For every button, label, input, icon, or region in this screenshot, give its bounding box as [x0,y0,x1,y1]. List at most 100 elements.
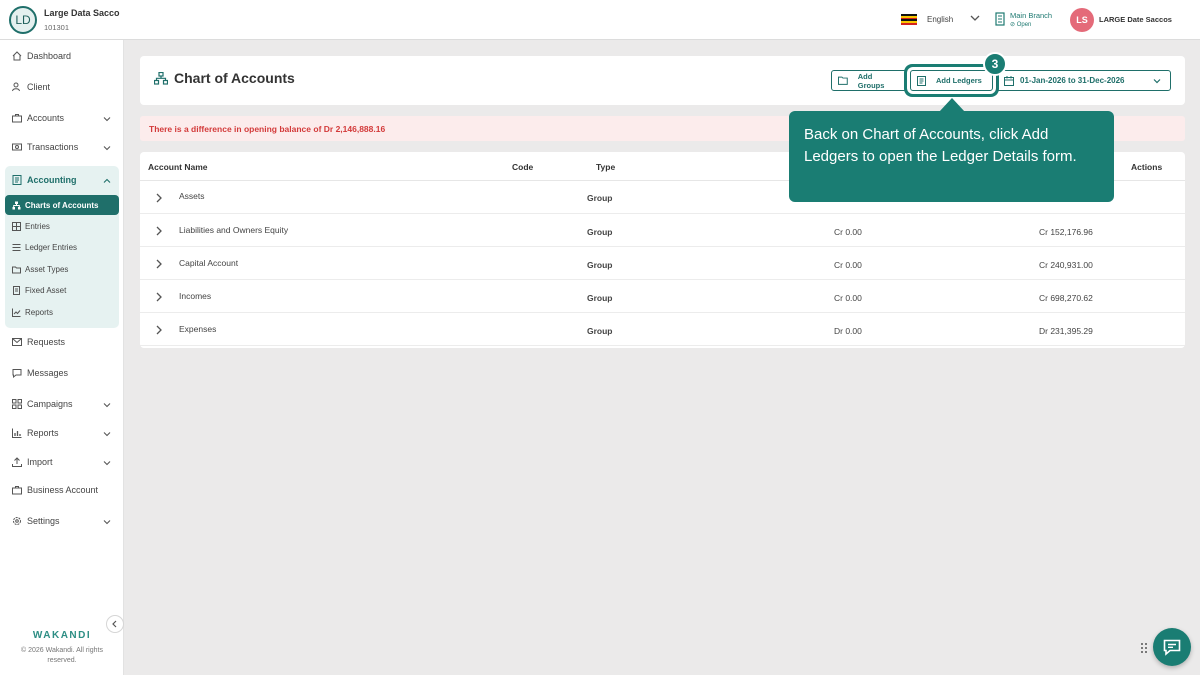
brand-logo: WAKANDI [32,630,92,641]
ledger-icon [12,175,22,185]
sidebar-item-label: Reports [27,428,59,438]
sidebar-item-settings[interactable]: Settings [12,516,60,526]
sidebar-item-accounting[interactable]: Accounting [12,175,77,185]
hierarchy-icon [12,201,21,209]
account-name: Assets [179,191,205,201]
sidebar-item-messages[interactable]: Messages [12,368,68,378]
sidebar-item-label: Accounting [27,175,77,185]
table-row[interactable]: Expenses Group Dr 0.00 Dr 231,395.29 [140,313,1185,346]
page-title: Chart of Accounts [154,70,295,86]
sidebar-item-asset-types[interactable]: Asset Types [12,265,68,274]
sidebar-item-label: Fixed Asset [25,286,67,295]
grid-icon [12,222,21,231]
sidebar-collapse-button[interactable] [106,615,124,633]
upload-icon [12,457,22,467]
uganda-flag-icon [901,14,917,25]
table-row[interactable]: Liabilities and Owners Equity Group Cr 0… [140,214,1185,247]
list-icon [12,244,21,251]
chevron-down-icon[interactable] [102,458,112,468]
drag-handle-icon[interactable] [1140,642,1148,654]
opening-balance: Cr 0.00 [834,227,862,237]
tour-tooltip-arrow [939,98,965,112]
opening-balance: Cr 0.00 [834,293,862,303]
briefcase-icon [12,114,22,123]
sidebar-item-charts-of-accounts[interactable]: Charts of Accounts [5,195,119,215]
column-header-type[interactable]: Type [596,162,615,172]
sidebar-item-entries[interactable]: Entries [12,222,50,231]
chevron-right-icon[interactable] [155,292,163,302]
chevron-down-icon [1153,79,1161,84]
table-row[interactable]: Capital Account Group Cr 0.00 Cr 240,931… [140,247,1185,280]
ledger-icon [917,75,926,86]
sidebar-item-fixed-asset[interactable]: Fixed Asset [12,286,66,295]
sidebar: Dashboard Client Accounts Transactions A… [0,40,124,675]
add-groups-label: Add Groups [857,71,885,90]
sidebar-item-dashboard[interactable]: Dashboard [12,51,71,61]
chevron-down-icon[interactable] [102,429,112,439]
gear-icon [13,517,21,525]
closing-balance: Cr 240,931.00 [1039,260,1093,270]
chevron-right-icon[interactable] [155,193,163,203]
home-icon [12,51,22,61]
sidebar-item-label: Messages [27,368,69,378]
chevron-right-icon[interactable] [155,226,163,236]
account-name: Expenses [179,324,217,334]
chevron-right-icon[interactable] [155,259,163,269]
table-row[interactable]: Incomes Group Cr 0.00 Cr 698,270.62 [140,280,1185,313]
closing-balance: Cr 152,176.96 [1039,227,1093,237]
add-ledgers-button[interactable]: Add Ledgers [910,70,993,91]
column-header-code[interactable]: Code [512,162,533,172]
chevron-down-icon[interactable] [102,517,112,527]
chevron-right-icon[interactable] [155,325,163,335]
mail-icon [12,338,22,346]
folder-icon [12,266,21,274]
user-name[interactable]: LARGE Date Saccos [1099,15,1172,24]
building-icon [995,12,1005,26]
chevron-down-icon[interactable] [102,400,112,410]
user-avatar[interactable]: LS [1070,8,1094,32]
page-title-text: Chart of Accounts [174,70,295,86]
branch-name[interactable]: Main Branch [1010,11,1052,20]
sidebar-item-import[interactable]: Import [12,457,53,467]
branch-status-label: Open [1016,22,1032,28]
hierarchy-icon [154,71,168,85]
account-type: Group [587,293,613,303]
sidebar-item-label: Settings [27,516,60,526]
sidebar-item-campaigns[interactable]: Campaigns [12,399,73,409]
sidebar-item-label: Import [27,457,53,467]
account-type: Group [587,193,613,203]
tour-tooltip: Back on Chart of Accounts, click Add Led… [789,111,1114,202]
org-code: 101301 [44,23,70,32]
sidebar-item-label: Charts of Accounts [25,200,99,210]
closing-balance: Dr 231,395.29 [1039,326,1093,336]
chevron-up-icon[interactable] [102,176,112,186]
chevron-down-icon[interactable] [102,114,112,124]
sidebar-item-accounting-reports[interactable]: Reports [12,308,53,317]
sidebar-item-client[interactable]: Client [12,82,50,92]
date-range-text: 01-Jan-2026 to 31-Dec-2026 [1020,76,1125,85]
sidebar-item-label: Business Account [27,485,99,495]
branch-status: ⊘ Open [1010,22,1032,28]
sidebar-item-requests[interactable]: Requests [12,337,65,347]
column-header-account-name[interactable]: Account Name [148,162,208,172]
sidebar-item-reports[interactable]: Reports [12,428,59,438]
org-avatar[interactable]: LD [9,6,37,34]
sidebar-item-accounts[interactable]: Accounts [12,113,64,123]
chevron-down-icon[interactable] [102,143,112,153]
add-groups-button[interactable]: Add Groups [831,70,907,91]
sidebar-item-ledger-entries[interactable]: Ledger Entries [12,243,77,252]
building-icon [13,286,20,295]
date-range-picker[interactable]: 01-Jan-2026 to 31-Dec-2026 [996,70,1171,91]
sidebar-item-label: Entries [25,222,50,231]
column-header-actions: Actions [1131,162,1163,172]
cash-icon [12,143,22,151]
chevron-left-icon [112,620,117,628]
chat-button[interactable] [1153,628,1191,666]
sidebar-item-business-account[interactable]: Business Account [12,485,98,495]
sidebar-item-transactions[interactable]: Transactions [12,142,78,152]
language-label[interactable]: English [927,15,953,24]
chevron-down-icon[interactable] [969,12,981,24]
org-name: Large Data Sacco [44,8,120,18]
sidebar-item-label: Client [27,82,51,92]
account-type: Group [587,326,613,336]
